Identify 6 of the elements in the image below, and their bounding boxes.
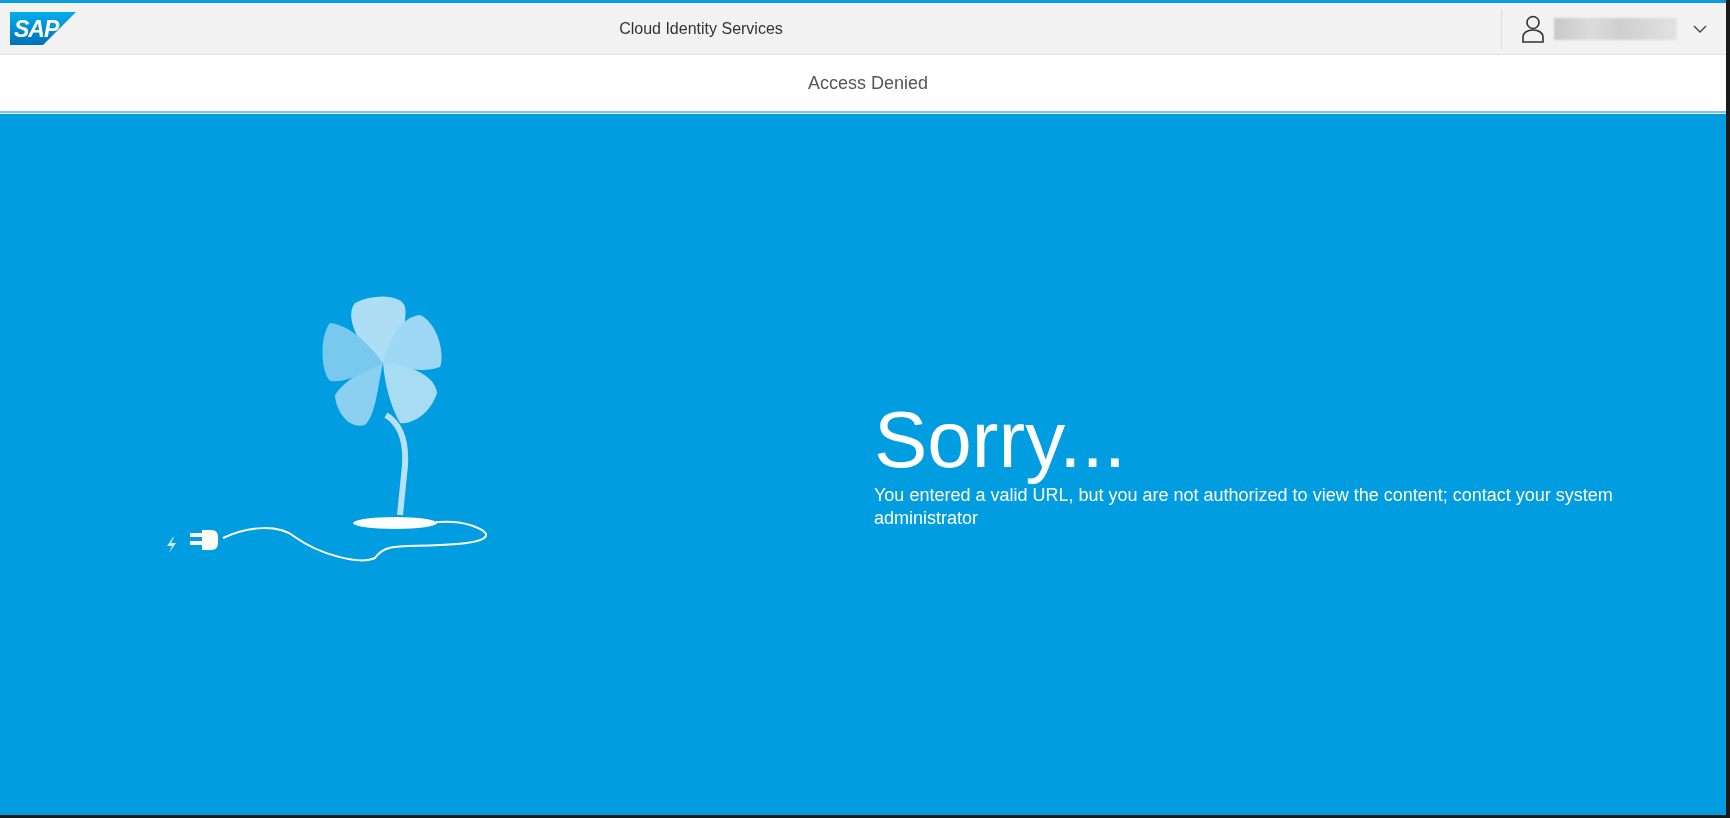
page-title: Access Denied (806, 72, 929, 94)
app-title: Cloud Identity Services (619, 19, 783, 38)
sap-logo[interactable]: SAP (10, 12, 76, 45)
user-icon (1522, 14, 1544, 43)
caret-icon (1693, 24, 1707, 33)
error-message: You entered a valid URL, but you are not authorized to view the content; contact your system administrator (874, 484, 1614, 529)
